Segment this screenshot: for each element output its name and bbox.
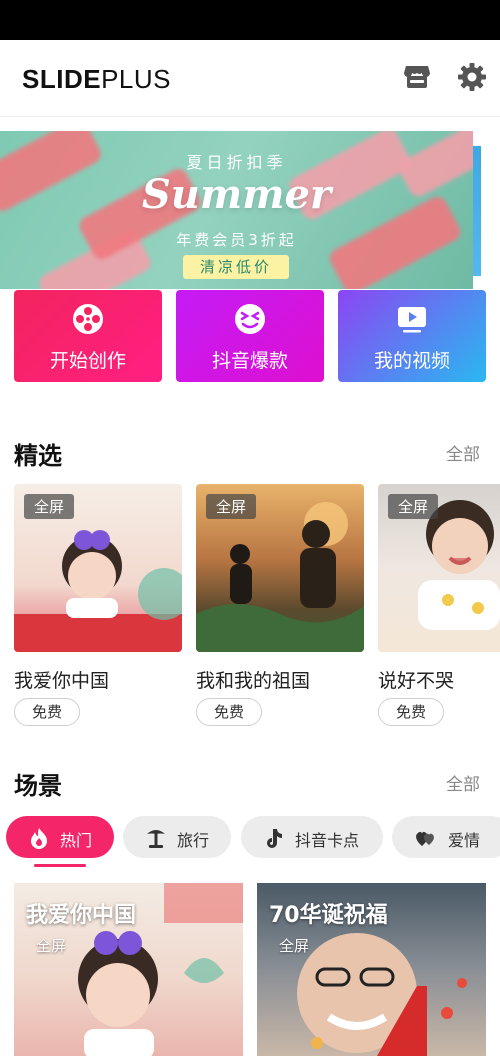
tiktok-note-icon <box>263 827 285 849</box>
free-badge: 免费 <box>14 698 80 726</box>
scene-card[interactable]: 我爱你中国 全屏 <box>14 883 243 1056</box>
tab-love[interactable]: 爱情 <box>392 816 500 858</box>
tab-travel[interactable]: 旅行 <box>123 816 231 858</box>
featured-thumbnail[interactable]: 全屏 <box>14 484 182 652</box>
fullscreen-badge: 全屏 <box>206 494 257 519</box>
featured-item-name: 说好不哭 <box>378 670 455 692</box>
gear-icon[interactable] <box>457 62 487 92</box>
tab-label: 爱情 <box>448 831 481 850</box>
free-badge: 免费 <box>196 698 262 726</box>
fullscreen-badge: 全屏 <box>279 937 310 955</box>
my-videos-label: 我的视频 <box>373 350 450 372</box>
scenes-title: 场景 <box>14 772 62 800</box>
tab-label: 抖音卡点 <box>295 831 360 850</box>
flame-icon <box>28 827 50 849</box>
fullscreen-badge: 全屏 <box>24 494 75 519</box>
douyin-hits-label: 抖音爆款 <box>211 350 288 372</box>
featured-more-link[interactable]: 全部 <box>446 440 480 465</box>
douyin-hits-button[interactable]: 抖音爆款 <box>176 290 324 382</box>
scene-card-title: 70华诞祝福 <box>269 903 388 928</box>
featured-item-name: 我和我的祖国 <box>196 670 311 692</box>
featured-title: 精选 <box>14 442 62 470</box>
banner-top-text: 夏日折扣季 <box>186 153 287 172</box>
fullscreen-badge: 全屏 <box>36 937 67 955</box>
funny-face-icon <box>233 302 267 336</box>
promo-banner[interactable]: 夏日折扣季 Summer 年费会员3折起 清凉低价 <box>0 131 473 289</box>
scene-card[interactable]: 70华诞祝福 全屏 <box>257 883 486 1056</box>
tab-douyin-beat[interactable]: 抖音卡点 <box>241 816 383 858</box>
tab-hot[interactable]: 热门 <box>6 816 114 858</box>
scene-card-title: 我爱你中国 <box>26 903 137 928</box>
my-videos-button[interactable]: 我的视频 <box>338 290 486 382</box>
film-reel-icon <box>71 302 105 336</box>
app-logo: SLIDEPLUS <box>22 64 171 94</box>
featured-item-name: 我爱你中国 <box>14 670 110 692</box>
free-badge: 免费 <box>378 698 444 726</box>
hearts-icon <box>414 827 436 849</box>
scenes-more-link[interactable]: 全部 <box>446 770 480 795</box>
banner-tag: 清凉低价 <box>183 255 289 279</box>
banner-title: Summer <box>141 171 332 218</box>
next-banner-peek[interactable] <box>473 146 481 276</box>
status-bar <box>0 0 500 40</box>
start-create-label: 开始创作 <box>49 350 126 372</box>
start-create-button[interactable]: 开始创作 <box>14 290 162 382</box>
featured-thumbnail[interactable]: 全屏 <box>378 484 500 652</box>
active-tab-indicator <box>34 864 86 867</box>
banner-subtitle: 年费会员3折起 <box>176 231 297 249</box>
featured-thumbnail[interactable]: 全屏 <box>196 484 364 652</box>
store-icon[interactable] <box>402 62 432 92</box>
app-header: SLIDEPLUS <box>0 40 500 117</box>
scene-tabs: 热门 旅行 抖音卡点 爱情 <box>0 812 500 867</box>
palm-tree-icon <box>145 827 167 849</box>
tab-label: 热门 <box>60 831 93 850</box>
fullscreen-badge: 全屏 <box>388 494 439 519</box>
quick-actions: 开始创作 抖音爆款 我的视频 <box>14 290 486 382</box>
play-video-icon <box>395 302 429 336</box>
tab-label: 旅行 <box>177 831 210 850</box>
